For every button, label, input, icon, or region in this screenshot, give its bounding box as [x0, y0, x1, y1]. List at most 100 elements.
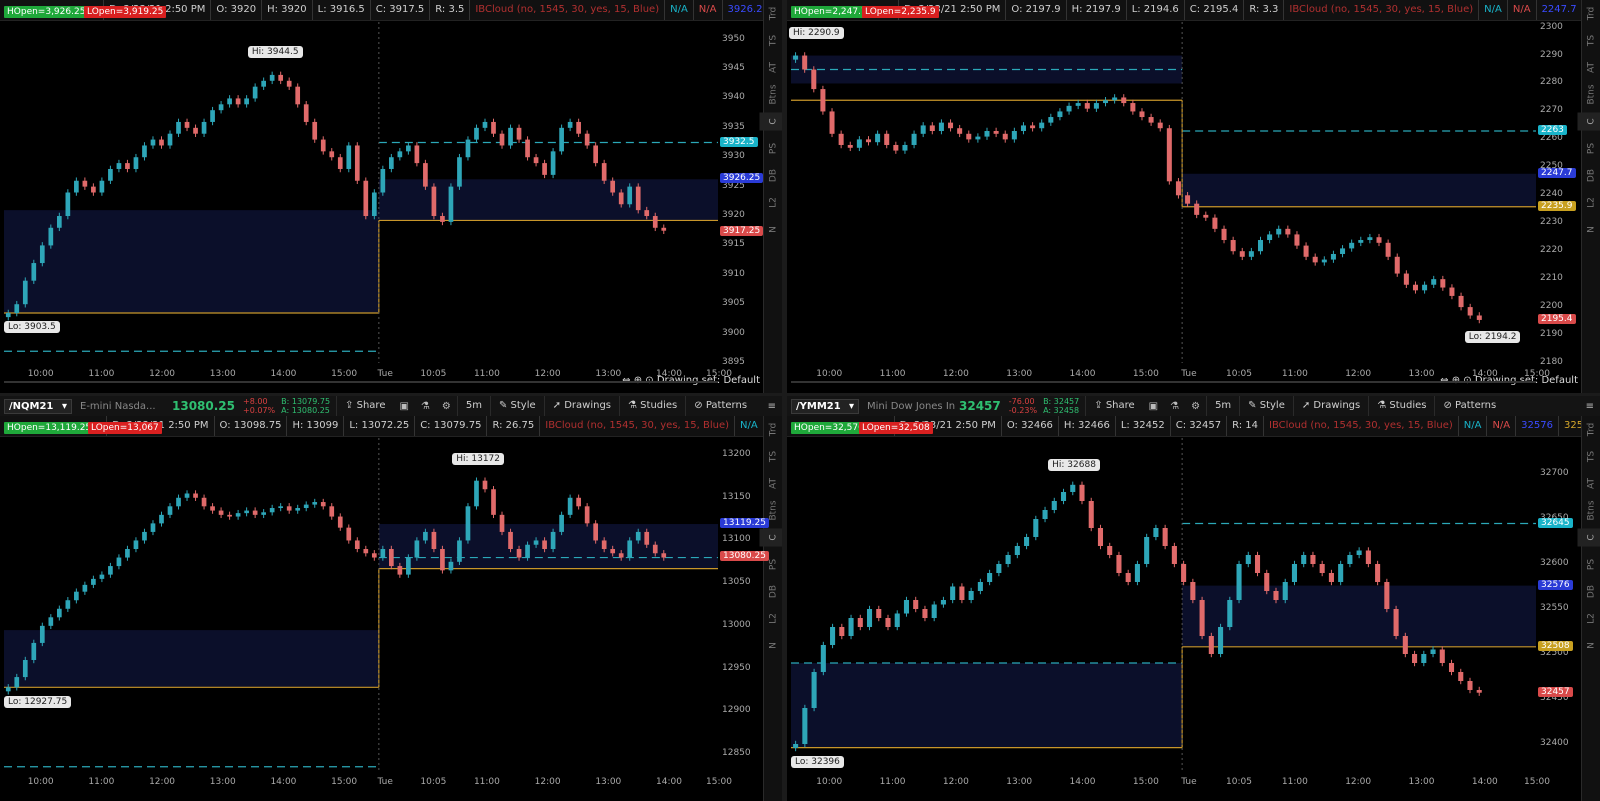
candle [193, 124, 198, 137]
candle [922, 605, 928, 622]
x-axis-tick: 11:00 [1281, 369, 1308, 379]
ib-cloud-current [378, 179, 718, 221]
candle [1440, 275, 1446, 291]
y-axis-tick: 3895 [722, 357, 745, 367]
candle [22, 277, 28, 308]
candle [176, 118, 181, 137]
candle [576, 494, 581, 510]
y-axis-tick: 13200 [722, 449, 751, 460]
candle [125, 545, 130, 561]
candle [1139, 108, 1145, 121]
candle [371, 550, 377, 561]
candle [363, 177, 369, 220]
time-scrollbar[interactable] [791, 381, 1536, 383]
candle [82, 177, 88, 190]
candle [116, 554, 122, 570]
candle [1230, 236, 1236, 255]
candle [474, 477, 479, 510]
candle [261, 509, 266, 519]
candle [839, 623, 845, 640]
candle [31, 639, 37, 664]
candle [516, 124, 522, 143]
candle [1330, 250, 1336, 263]
candle [1375, 560, 1381, 586]
candle [108, 165, 113, 185]
chart-panel-nq: /NQM21 ▾ E-mini Nasda... 13080.25 +8.00 +0.07… [0, 396, 782, 801]
candle [559, 511, 564, 536]
candle [567, 118, 573, 132]
y-axis-tick: 2290 [1540, 49, 1563, 60]
candle [627, 537, 633, 561]
candle [1060, 488, 1067, 505]
candle [201, 118, 207, 137]
candle [948, 119, 954, 132]
candle [567, 494, 573, 519]
candle [959, 583, 965, 604]
candle [414, 142, 420, 167]
candle [975, 133, 981, 143]
candle [584, 503, 590, 527]
candle [1144, 533, 1150, 568]
candle [99, 571, 105, 583]
time-scrollbar[interactable] [4, 381, 718, 383]
candle [303, 501, 309, 512]
x-axis-tick: 11:00 [879, 777, 906, 787]
x-axis-tick: 11:00 [879, 369, 906, 379]
candle [830, 623, 836, 649]
candle [857, 614, 863, 631]
price-chart[interactable] [0, 0, 782, 393]
candle [1340, 245, 1346, 258]
candle [286, 77, 292, 90]
candle [550, 528, 556, 553]
candle [984, 127, 990, 140]
candle [346, 524, 352, 544]
candle [431, 183, 437, 220]
x-axis-tick: 15:00 [1524, 777, 1550, 787]
x-axis-tick: 14:00 [270, 369, 297, 379]
x-axis-tick: 12:00 [942, 777, 969, 787]
candle [125, 159, 130, 173]
candle [210, 106, 215, 126]
candle [406, 554, 411, 578]
candle [465, 503, 471, 544]
x-axis-tick: 13:00 [595, 777, 622, 787]
price-tag: 3917.25 [720, 226, 764, 237]
candle [1239, 247, 1245, 261]
candle [929, 122, 935, 135]
candle [884, 130, 890, 149]
candle [1365, 547, 1371, 568]
candle [627, 183, 633, 208]
candle [346, 142, 352, 173]
candle [593, 520, 598, 544]
x-axis-tick: 10:05 [420, 777, 447, 787]
y-axis-tick: 12850 [722, 747, 751, 758]
candle [1303, 242, 1309, 261]
candle [74, 177, 79, 196]
candle [39, 622, 45, 647]
ib-cloud-prior [791, 663, 1183, 748]
y-axis-tick: 3905 [722, 298, 745, 309]
candle [1157, 119, 1163, 132]
candle [499, 130, 505, 149]
candle [329, 148, 335, 161]
price-tag: 32508 [1538, 640, 1573, 651]
x-axis-tick: 10:05 [1226, 369, 1252, 379]
candle [1171, 542, 1177, 568]
candle [354, 142, 360, 185]
candle [31, 259, 37, 284]
price-chart[interactable] [787, 396, 1600, 801]
candle [1376, 233, 1382, 247]
candle [1075, 99, 1081, 110]
y-axis-tick: 13100 [722, 534, 751, 545]
candle [474, 124, 479, 143]
y-axis-tick: 13050 [722, 577, 751, 588]
candle [559, 124, 564, 155]
candle [465, 136, 471, 161]
x-axis-tick: 13:00 [1006, 369, 1033, 379]
candle [1116, 551, 1122, 577]
candle [457, 537, 462, 566]
candle [1476, 312, 1482, 324]
candle [218, 507, 224, 519]
price-chart[interactable] [0, 396, 782, 801]
candle [1285, 225, 1291, 238]
